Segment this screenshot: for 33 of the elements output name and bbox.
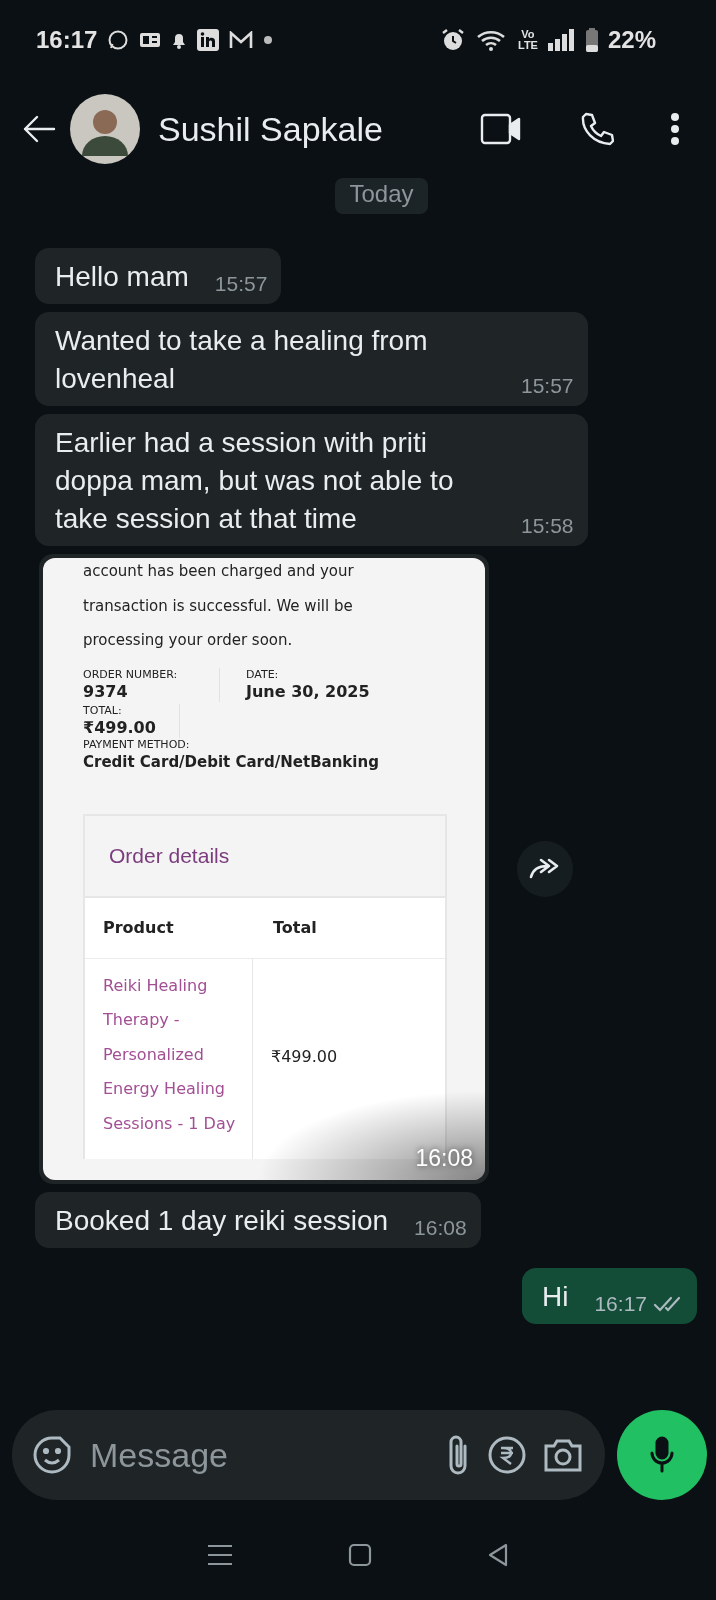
message-field[interactable]: Message bbox=[88, 1434, 429, 1476]
message-text: Hi bbox=[542, 1280, 569, 1314]
field-label: PAYMENT METHOD: bbox=[83, 737, 191, 752]
message-time: 16:08 bbox=[415, 1145, 473, 1172]
field-label: ORDER NUMBER: bbox=[83, 667, 179, 682]
confirmation-text: account has been charged and your transaction is successful. We will be processing your order soon. bbox=[83, 561, 355, 651]
message-time: 15:57 bbox=[214, 272, 268, 296]
message-bar[interactable]: Message bbox=[12, 1410, 605, 1500]
network-type: Vo bbox=[521, 29, 535, 40]
message-text: Hello mam bbox=[55, 260, 189, 294]
column-header: Product bbox=[103, 918, 175, 937]
field-value: Credit Card/Debit Card/NetBanking bbox=[83, 751, 380, 772]
message-time: 15:58 bbox=[521, 514, 574, 538]
contact-name[interactable]: Sushil Sapkale bbox=[158, 109, 430, 149]
message-time: 16:08 bbox=[414, 1216, 467, 1240]
message-time: 16:17 bbox=[594, 1292, 647, 1316]
field-value: June 30, 2025 bbox=[246, 681, 371, 702]
message-time: 15:57 bbox=[521, 374, 574, 398]
field-label: DATE: bbox=[246, 667, 280, 682]
clock-time: 16:17 bbox=[36, 26, 98, 54]
field-value: ₹499.00 bbox=[83, 717, 157, 738]
section-title: Order details bbox=[109, 843, 230, 868]
date-chip: Today bbox=[335, 178, 428, 214]
network-type: LTE bbox=[518, 40, 538, 51]
message-text: Earlier had a session with priti doppa mam, but was not able to take session at that time bbox=[55, 426, 455, 536]
field-label: TOTAL: bbox=[83, 703, 123, 718]
battery-percent: 22% bbox=[607, 26, 656, 54]
table-cell: ₹499.00 bbox=[271, 1046, 338, 1066]
field-value: 9374 bbox=[83, 681, 129, 702]
column-header: Total bbox=[273, 918, 317, 937]
message-text: Booked 1 day reiki session bbox=[55, 1204, 389, 1238]
message-text: Wanted to take a healing from lovenheal bbox=[55, 324, 429, 396]
product-link[interactable]: Reiki Healing Therapy - Personalized Energy Healing Sessions - 1 Day bbox=[103, 968, 252, 1141]
